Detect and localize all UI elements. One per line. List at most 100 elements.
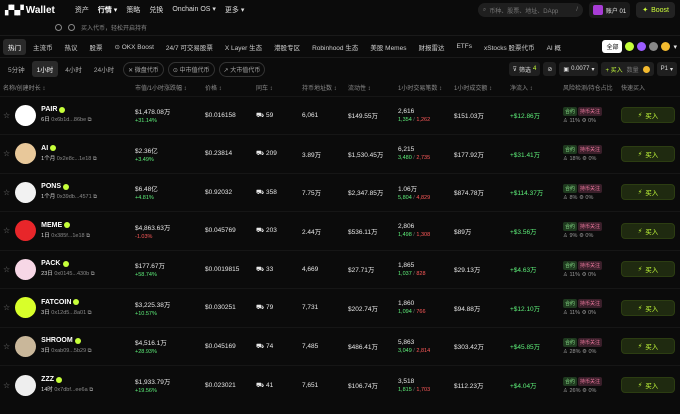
contract-tag[interactable]: 合约 xyxy=(563,222,578,232)
token-symbol[interactable]: AI xyxy=(41,145,48,152)
copy-icon[interactable]: ⧉ xyxy=(86,233,90,239)
account-switcher[interactable]: 账户 01 xyxy=(588,2,631,18)
holder-tag[interactable]: 持币关注 xyxy=(578,337,603,347)
holder-tag[interactable]: 持币关注 xyxy=(578,106,603,116)
nav-strategy[interactable]: 策略 xyxy=(126,5,140,15)
star-icon[interactable]: ☆ xyxy=(3,226,10,235)
contract-tag[interactable]: 合约 xyxy=(563,183,578,193)
copy-icon[interactable]: ⧉ xyxy=(88,117,92,123)
col-liquidity[interactable]: 流动性 ↕ xyxy=(345,80,395,96)
chevron-down-icon[interactable]: ▾ xyxy=(673,43,677,51)
chain-icon-1[interactable] xyxy=(625,42,635,51)
tab-hot[interactable]: 热门 xyxy=(3,38,26,55)
token-symbol[interactable]: MEME xyxy=(41,222,62,229)
nav-more[interactable]: 更多 ▾ xyxy=(225,5,244,15)
token-address[interactable]: 0x385f...1e18 xyxy=(51,233,84,239)
col-inflow[interactable]: 净流入 ↕ xyxy=(507,80,560,96)
cap-mid[interactable]: ⊙ 中市值代币 xyxy=(167,61,215,77)
cap-micro[interactable]: ✕ 微盘代币 xyxy=(123,61,164,77)
tf-4h[interactable]: 4小时 xyxy=(60,61,87,77)
chain-icon-2[interactable] xyxy=(637,42,647,51)
token-address[interactable]: 0xab09...5b29 xyxy=(51,348,86,354)
holder-tag[interactable]: 持币关注 xyxy=(578,222,603,232)
col-car[interactable]: 同车 ↕ xyxy=(253,80,299,96)
contract-tag[interactable]: 合约 xyxy=(563,376,578,386)
star-icon[interactable]: ☆ xyxy=(3,149,10,158)
copy-icon[interactable]: ⧉ xyxy=(91,271,95,277)
tab-trending[interactable]: 热议 xyxy=(60,39,83,55)
chain-icon-4[interactable] xyxy=(661,42,671,51)
holder-tag[interactable]: 持币关注 xyxy=(578,183,603,193)
token-symbol[interactable]: PAIR xyxy=(41,106,57,113)
col-holders[interactable]: 持币地址数 ↕ xyxy=(299,80,345,96)
token-address[interactable]: 0x0145...430b xyxy=(54,271,89,277)
col-mcap[interactable]: 市值/1小时涨跌幅 ↕ xyxy=(132,80,202,96)
table-row[interactable]: ☆ MEME 1日 0x385f...1e18 ⧉ $4,863.63万 -1.03% $… xyxy=(0,211,680,250)
col-name[interactable]: 名称/创建时长 ↕ xyxy=(0,80,132,96)
nav-market[interactable]: 行情 ▾ xyxy=(98,5,117,15)
boost-button[interactable]: ✦ Boost xyxy=(636,2,675,18)
token-address[interactable]: 0x12d5...8a01 xyxy=(51,310,86,316)
okx-logo[interactable]: ▞▚▞ Wallet xyxy=(5,5,55,16)
tab-24-7-stocks[interactable]: 24/7 可交易股票 xyxy=(161,39,218,55)
token-address[interactable]: 0x7dbf...ee6a xyxy=(54,387,87,393)
chain-all-button[interactable]: 全部 xyxy=(602,40,623,53)
quick-buy-button[interactable]: ⚡ 买入 xyxy=(621,261,675,278)
tf-5m[interactable]: 5分钟 xyxy=(3,61,30,77)
token-symbol[interactable]: FATCOIN xyxy=(41,299,71,306)
nav-assets[interactable]: 资产 xyxy=(75,5,89,15)
token-address[interactable]: 0x2e8c...1e18 xyxy=(57,156,92,162)
tab-ai[interactable]: AI 概 xyxy=(542,39,566,55)
tab-mainstream[interactable]: 主流币 xyxy=(28,39,58,55)
holder-tag[interactable]: 持币关注 xyxy=(578,299,603,309)
contract-tag[interactable]: 合约 xyxy=(563,260,578,270)
tab-stocks[interactable]: 股票 xyxy=(85,39,108,55)
copy-icon[interactable]: ⧉ xyxy=(88,348,92,354)
cap-large[interactable]: ↗ 大市值代币 xyxy=(218,61,266,77)
table-row[interactable]: ☆ SHROOM 3日 0xab09...5b29 ⧉ $4,516.1万 +28.93… xyxy=(0,326,680,366)
quick-buy-button[interactable]: ⚡ 买入 xyxy=(621,145,675,162)
copy-icon[interactable]: ⧉ xyxy=(93,194,97,200)
tab-etfs[interactable]: ETFs xyxy=(451,40,477,53)
copy-icon[interactable]: ⧉ xyxy=(88,310,92,316)
tab-robinhood[interactable]: Robinhood 生态 xyxy=(307,39,363,55)
contract-tag[interactable]: 合约 xyxy=(563,106,578,116)
holder-tag[interactable]: 持币关注 xyxy=(578,145,603,155)
copy-icon[interactable]: ⧉ xyxy=(89,387,93,393)
tab-okx-boost[interactable]: ⊙ OKX Boost xyxy=(110,40,159,54)
chain-icon-3[interactable] xyxy=(649,42,659,51)
token-symbol[interactable]: PACK xyxy=(41,260,60,267)
table-row[interactable]: ☆ ZZZ 14时 0x7dbf...ee6a ⧉ $1,933.79万 +19.56%… xyxy=(0,365,680,404)
star-icon[interactable]: ☆ xyxy=(3,188,10,197)
tab-us-memes[interactable]: 美股 Memes xyxy=(365,39,411,55)
hide-button[interactable]: ⊘ xyxy=(543,62,557,76)
nav-onchain-os[interactable]: Onchain OS ▾ xyxy=(172,5,216,15)
table-row[interactable]: ☆ FATCOIN 3日 0x12d5...8a01 ⧉ $3,225.38万 +10.… xyxy=(0,288,680,327)
table-row[interactable]: ☆ PONS 1个月 0x39db...4571 ⧉ $6.48亿 +4.81% $0.9… xyxy=(0,172,680,212)
contract-tag[interactable]: 合约 xyxy=(563,145,578,155)
search-input[interactable]: ⌕ 币种、股票、地址、DApp / xyxy=(477,3,583,17)
sub-bar-text[interactable]: 买入代币，轻松开启持有 xyxy=(81,23,147,32)
contract-tag[interactable]: 合约 xyxy=(563,299,578,309)
star-icon[interactable]: ☆ xyxy=(3,381,10,390)
token-symbol[interactable]: ZZZ xyxy=(41,376,54,383)
holder-tag[interactable]: 持币关注 xyxy=(578,376,603,386)
tab-x-layer[interactable]: X Layer 生态 xyxy=(220,39,267,55)
table-row[interactable]: ☆ PACK 23日 0x0145...430b ⧉ $177.67万 +58.74% $… xyxy=(0,249,680,289)
col-txs[interactable]: 1小时交易笔数 ↕ xyxy=(395,80,451,96)
col-price[interactable]: 价格 ↕ xyxy=(202,80,253,96)
col-volume[interactable]: 1小时成交额 ↕ xyxy=(451,80,507,96)
token-address[interactable]: 0x39db...4571 xyxy=(57,194,92,200)
token-symbol[interactable]: SHROOM xyxy=(41,337,73,344)
profile-select[interactable]: P1 ▾ xyxy=(656,62,677,76)
tf-24h[interactable]: 24小时 xyxy=(89,61,119,77)
quick-buy-button[interactable]: ⚡ 买入 xyxy=(621,338,675,355)
tab-hk-stocks[interactable]: 港股专区 xyxy=(269,39,305,55)
token-address[interactable]: 0x6b1d...86be xyxy=(51,117,86,123)
star-icon[interactable]: ☆ xyxy=(3,303,10,312)
star-icon[interactable]: ☆ xyxy=(3,342,10,351)
token-symbol[interactable]: PONS xyxy=(41,183,61,190)
tf-1h[interactable]: 1小时 xyxy=(31,61,59,77)
quick-buy-button[interactable]: ⚡ 买入 xyxy=(621,222,675,239)
quick-buy-button[interactable]: ⚡ 买入 xyxy=(621,377,675,393)
